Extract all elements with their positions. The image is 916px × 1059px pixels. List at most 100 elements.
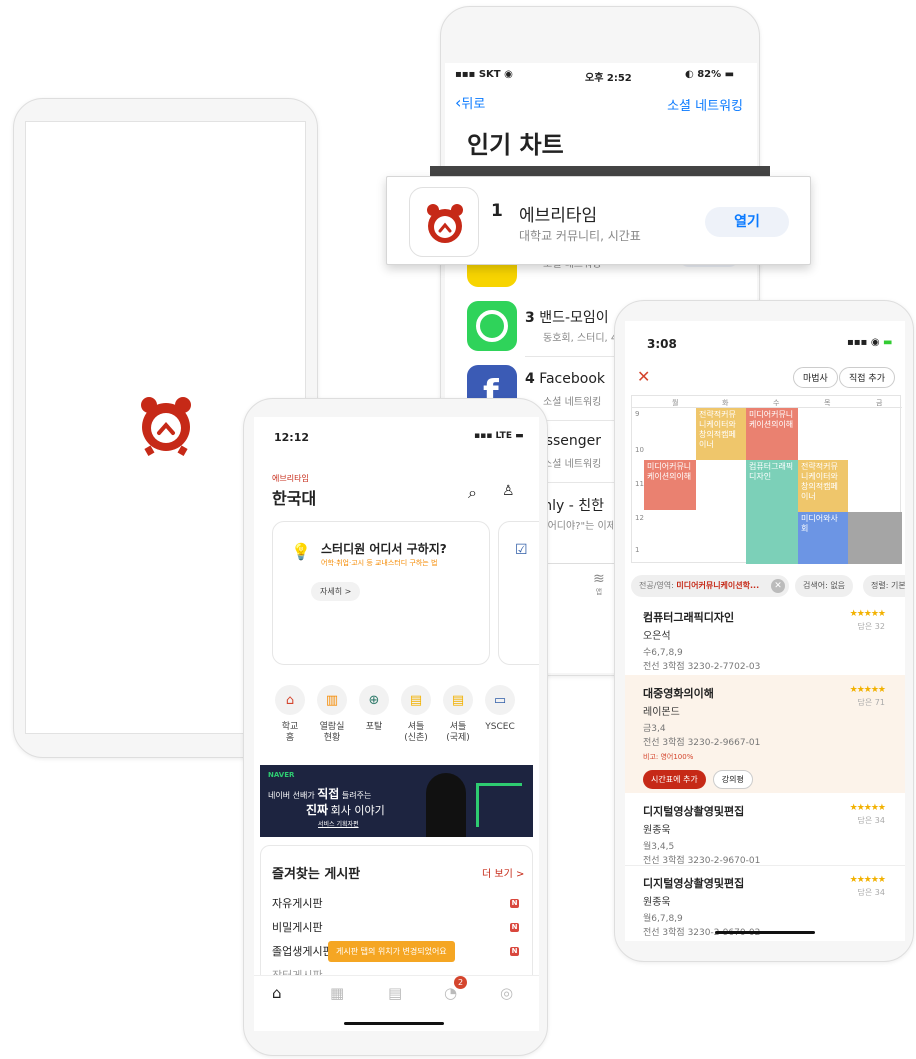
- divider: [625, 865, 905, 866]
- main-app-screen: 12:12 ▪▪▪ LTE ▬ 에브리타임 한국대 ⌕ ♙ 💡 스터디원 어디서…: [254, 417, 539, 1031]
- promo-card[interactable]: 💡 스터디원 어디서 구하지? 어학·취업·고시 등 교내스터디 구하는 법 자…: [272, 521, 490, 665]
- hour-label: 10: [635, 446, 644, 454]
- banner-line1: 네이버 선배가 직접 들려주는: [268, 785, 371, 802]
- quick-school-home[interactable]: ⌂ 학교 홈: [272, 685, 308, 744]
- course-block[interactable]: 컴퓨터그래픽디자인: [746, 460, 798, 564]
- review-count: 담은 71: [857, 698, 885, 707]
- app-subtitle: 소셜 네트워킹: [543, 397, 602, 408]
- hour-label: 9: [635, 410, 640, 418]
- lecture-meta: 전선 3학점 3230-2-7702-03: [643, 662, 761, 672]
- search-icon[interactable]: ⌕: [468, 483, 477, 503]
- rating-stars: ★★★★★: [849, 685, 886, 695]
- battery-text: 82%: [697, 69, 722, 80]
- course-block[interactable]: 미디어와사회: [798, 512, 848, 564]
- major-filter-chip[interactable]: 전공/영역: 미디어커뮤니케이션학... ✕: [631, 575, 789, 597]
- new-badge: N: [510, 947, 519, 956]
- card-title: 스터디원 어디서 구하지?: [321, 542, 447, 556]
- quick-shuttle-sinchon[interactable]: ▤ 셔틀 (신촌): [398, 685, 434, 744]
- more-link[interactable]: 더 보기 >: [482, 865, 524, 880]
- app-rank: 4: [525, 371, 535, 387]
- board-item[interactable]: 비밀게시판: [272, 919, 323, 935]
- quick-label: 학교 홈: [281, 722, 299, 743]
- lecture-item[interactable]: 컴퓨터그래픽디자인 오은석 수6,7,8,9 전선 3학점 3230-2-770…: [625, 609, 905, 672]
- day-label: 금: [876, 399, 883, 407]
- toast-message: 게시판 탭의 위치가 변경되었어요: [328, 941, 455, 962]
- status-time: 오후 2:52: [585, 73, 632, 84]
- featured-app-card[interactable]: 1 에브리타임 대학교 커뮤니티, 시간표 열기: [386, 176, 811, 265]
- home-tab-icon[interactable]: ⌂: [272, 984, 282, 1002]
- banner-text: 들려주는: [341, 791, 372, 800]
- clear-icon[interactable]: ✕: [771, 579, 785, 593]
- highlight-slot: [848, 512, 902, 564]
- battery-status: ◐ 82% ▬: [685, 69, 735, 80]
- lecture-time: 금3,4: [643, 724, 666, 734]
- timetable-tab-icon[interactable]: ▦: [330, 984, 344, 1002]
- ad-banner[interactable]: NAVER 네이버 선배가 직접 들려주는 진짜 회사 이야기 서비스 기획자편: [260, 765, 533, 837]
- board-item[interactable]: 자유게시판: [272, 895, 323, 911]
- new-badge: N: [510, 923, 519, 932]
- add-to-timetable-button[interactable]: 시간표에 추가: [643, 770, 706, 789]
- lecture-item[interactable]: 대중영화의이해 레이몬드 금3,4 전선 3학점 3230-2-9667-01 …: [625, 685, 905, 789]
- close-icon[interactable]: ✕: [637, 367, 650, 386]
- back-label: 뒤로: [461, 97, 486, 112]
- course-block[interactable]: 미디어커뮤니케이션의이해: [746, 408, 798, 460]
- quick-yscec[interactable]: ▭ YSCEC: [482, 685, 518, 733]
- review-count: 담은 32: [857, 622, 885, 631]
- featured-app-name: 에브리타임: [519, 206, 598, 226]
- page-title: 인기 차트: [467, 131, 564, 159]
- category-link[interactable]: 소셜 네트워킹: [667, 95, 743, 114]
- checkbox-icon: ☑: [515, 542, 528, 558]
- board-tab-icon[interactable]: ▤: [388, 984, 402, 1002]
- quick-shuttle-intl[interactable]: ▤ 셔틀 (국제): [440, 685, 476, 744]
- lecture-professor: 오은석: [643, 631, 671, 642]
- quick-portal[interactable]: ⊕ 포탈: [356, 685, 392, 733]
- banner-sub: 서비스 기획자편: [318, 821, 359, 828]
- lecture-item[interactable]: 디지털영상촬영및편집 원종욱 월3,4,5 전선 3학점 3230-2-9670…: [625, 803, 905, 866]
- course-block[interactable]: 전략적커뮤니케이터와창의적캠페이너: [798, 460, 848, 512]
- app-rank: 3: [525, 310, 535, 326]
- app-subtitle: 소셜 네트워킹: [543, 459, 602, 470]
- details-button[interactable]: 자세히 >: [311, 582, 361, 601]
- layers-icon: ≋: [593, 571, 605, 587]
- quick-reading-room[interactable]: ▥ 열람실 현황: [314, 685, 350, 744]
- timetable-device: 3:08 ▪▪▪ ◉ ▬ ✕ 마법사 직접 추가 월 화 수 목 금 9 10 …: [614, 300, 914, 962]
- sort-filter-chip[interactable]: 정렬: 기본: [863, 575, 905, 597]
- direct-add-button[interactable]: 직접 추가: [839, 367, 895, 388]
- back-button[interactable]: ‹뒤로: [455, 93, 485, 112]
- bus-icon: ▤: [401, 685, 431, 715]
- band-icon: [467, 301, 517, 351]
- notification-badge: 2: [454, 976, 467, 989]
- quick-label: 셔틀 (신촌): [404, 722, 428, 743]
- bus-icon: ▤: [443, 685, 473, 715]
- apps-tab-label: 앱: [595, 588, 603, 596]
- day-label: 수: [773, 399, 780, 407]
- board-item[interactable]: 졸업생게시판: [272, 943, 333, 959]
- profile-icon[interactable]: ♙: [502, 483, 515, 499]
- quick-label: 포탈: [365, 722, 383, 732]
- open-button[interactable]: 열기: [705, 207, 789, 237]
- filter-label: 전공/영역:: [639, 581, 674, 590]
- lightbulb-icon: 💡: [291, 542, 311, 561]
- promo-card-next[interactable]: ☑: [498, 521, 539, 665]
- timetable-screen: 3:08 ▪▪▪ ◉ ▬ ✕ 마법사 직접 추가 월 화 수 목 금 9 10 …: [625, 321, 905, 941]
- globe-icon: ⊕: [359, 685, 389, 715]
- search-filter-chip[interactable]: 검색어: 없음: [795, 575, 854, 597]
- course-block[interactable]: 미디어커뮤니케이션의이해: [644, 460, 696, 510]
- person-photo: [426, 773, 466, 837]
- banner-text: 회사 이야기: [330, 804, 385, 817]
- app-name: Facebook: [539, 371, 605, 387]
- quick-label: 셔틀 (국제): [446, 722, 470, 743]
- day-label: 화: [722, 399, 729, 407]
- everytime-logo-icon: [136, 395, 196, 457]
- app-subtitle: 동호회, 스터디, 4: [543, 333, 618, 344]
- rating-stars: ★★★★★: [849, 875, 886, 885]
- banner-line2: 진짜 회사 이야기: [306, 801, 385, 818]
- review-count: 담은 34: [857, 888, 885, 897]
- home-indicator: [715, 931, 815, 934]
- wizard-button[interactable]: 마법사: [793, 367, 838, 388]
- campus-tab-icon[interactable]: ◎: [500, 984, 513, 1002]
- lecture-review-button[interactable]: 강의평: [712, 770, 753, 789]
- course-block[interactable]: 전략적커뮤니케이터와창의적캠페이너: [696, 408, 746, 460]
- apps-tab[interactable]: ≋ 앱: [593, 571, 605, 597]
- lecture-item[interactable]: 디지털영상촬영및편집 원종욱 월6,7,8,9 전선 3학점 3230-2-96…: [625, 875, 905, 938]
